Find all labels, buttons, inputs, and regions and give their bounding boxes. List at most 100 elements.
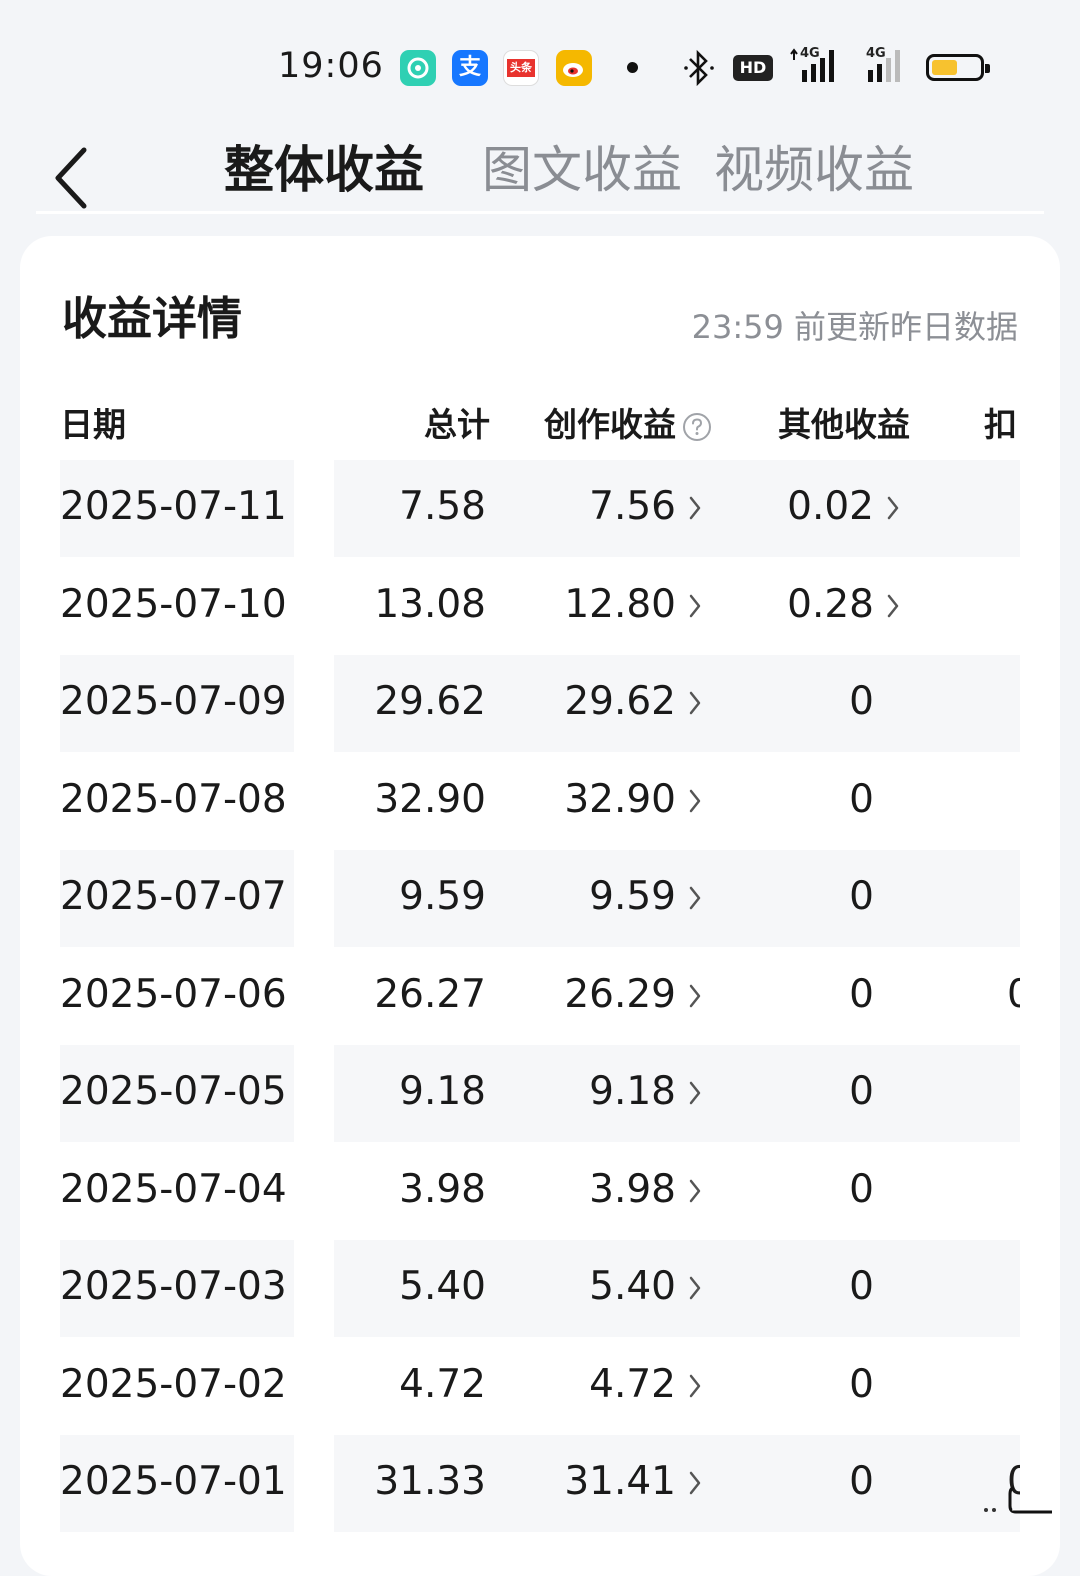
- earnings-detail-card: 收益详情 23:59 前更新昨日数据 日期 总计 创作收益 其他收益 扣 202…: [20, 236, 1060, 1576]
- row-other-earnings: 0: [849, 679, 874, 724]
- col-header-total: 总计: [424, 405, 490, 444]
- tab-article-earnings[interactable]: 图文收益: [482, 130, 682, 202]
- row-creation-earnings[interactable]: 5.40: [589, 1264, 676, 1309]
- table-row: 2025-07-09 29.62 29.62 0: [60, 655, 1020, 752]
- header-divider: [36, 211, 1044, 214]
- row-date: 2025-07-09: [60, 679, 287, 724]
- row-date: 2025-07-07: [60, 874, 287, 919]
- row-creation-earnings[interactable]: 4.72: [589, 1362, 676, 1407]
- table-row: 2025-07-01 31.33 31.41 0 0: [60, 1435, 1020, 1532]
- row-total: 7.58: [399, 484, 486, 529]
- chevron-right-icon[interactable]: [688, 690, 702, 716]
- chevron-right-icon[interactable]: [688, 1275, 702, 1301]
- hd-voice-icon: HD: [733, 55, 773, 81]
- table-row: 2025-07-07 9.59 9.59 0: [60, 850, 1020, 947]
- signal-icon-2: 4G: [864, 46, 914, 86]
- row-other-earnings: 0: [849, 1361, 874, 1407]
- row-other-earnings: 0: [849, 1069, 874, 1114]
- chevron-right-icon[interactable]: [688, 593, 702, 619]
- table-row: 2025-07-08 32.90 32.90 0: [60, 753, 1020, 850]
- chevron-right-icon[interactable]: [688, 495, 702, 521]
- row-creation-earnings[interactable]: 32.90: [564, 777, 676, 822]
- row-other-earnings[interactable]: 0.28: [787, 582, 874, 627]
- status-bar: 19:06 支 头条 HD 4G 4G: [0, 0, 1080, 120]
- chevron-right-icon[interactable]: [688, 983, 702, 1009]
- card-title: 收益详情: [62, 292, 243, 345]
- row-creation-earnings[interactable]: 12.80: [564, 582, 676, 627]
- chevron-right-icon[interactable]: [886, 593, 900, 619]
- row-total: 3.98: [399, 1166, 486, 1212]
- col-header-creation-label: 创作收益: [544, 405, 676, 444]
- row-other-earnings: 0: [849, 1459, 874, 1504]
- row-creation-earnings[interactable]: 9.59: [589, 874, 676, 919]
- row-date: 2025-07-02: [60, 1361, 287, 1407]
- col-header-creation: 创作收益: [544, 398, 712, 446]
- earnings-table[interactable]: 日期 总计 创作收益 其他收益 扣 2025-07-11 7.58 7.56 0.02…: [60, 376, 1020, 1576]
- row-date: 2025-07-04: [60, 1166, 287, 1212]
- row-date: 2025-07-05: [60, 1069, 287, 1114]
- chevron-right-icon[interactable]: [688, 788, 702, 814]
- back-button[interactable]: [48, 142, 108, 214]
- row-total: 9.18: [399, 1069, 486, 1114]
- row-creation-earnings[interactable]: 31.41: [564, 1459, 676, 1504]
- table-row: 2025-07-10 13.08 12.80 0.28: [60, 558, 1020, 655]
- weibo-icon: [556, 50, 592, 86]
- notification-dot: [627, 62, 638, 73]
- row-creation-earnings[interactable]: 9.18: [589, 1069, 676, 1114]
- table-row: 2025-07-03 5.40 5.40 0: [60, 1240, 1020, 1337]
- row-total: 9.59: [399, 874, 486, 919]
- table-row: 2025-07-11 7.58 7.56 0.02: [60, 460, 1020, 557]
- table-row: 2025-07-06 26.27 26.29 0 0: [60, 948, 1020, 1045]
- row-other-earnings: 0: [849, 971, 874, 1017]
- table-row: 2025-07-05 9.18 9.18 0: [60, 1045, 1020, 1142]
- row-other-earnings: 0: [849, 1264, 874, 1309]
- table-row: 2025-07-04 3.98 3.98 0: [60, 1143, 1020, 1240]
- row-total: 13.08: [374, 581, 486, 627]
- chevron-right-icon[interactable]: [688, 1470, 702, 1496]
- tab-video-earnings[interactable]: 视频收益: [714, 130, 914, 202]
- update-note: 23:59 前更新昨日数据: [691, 308, 1018, 346]
- battery-level: [932, 60, 958, 75]
- row-date: 2025-07-01: [60, 1459, 287, 1504]
- status-time: 19:06: [278, 46, 384, 86]
- row-date: 2025-07-08: [60, 776, 287, 822]
- row-total: 4.72: [399, 1361, 486, 1407]
- row-date: 2025-07-06: [60, 971, 287, 1017]
- col-header-other: 其他收益: [778, 405, 910, 444]
- toutiao-icon: 头条: [503, 50, 539, 86]
- row-creation-earnings[interactable]: 3.98: [589, 1167, 676, 1212]
- tab-overall-earnings[interactable]: 整体收益: [224, 130, 424, 202]
- alipay-icon: 支: [452, 50, 488, 86]
- help-icon[interactable]: [682, 412, 712, 442]
- chevron-right-icon[interactable]: [886, 495, 900, 521]
- battery-icon: [926, 54, 990, 81]
- row-total: 32.90: [374, 776, 486, 822]
- row-date: 2025-07-03: [60, 1264, 287, 1309]
- bluetooth-icon: [684, 49, 714, 87]
- row-total: 31.33: [374, 1459, 486, 1504]
- row-total: 26.27: [374, 971, 486, 1017]
- chevron-right-icon[interactable]: [688, 1178, 702, 1204]
- music-app-icon: [400, 50, 436, 86]
- chevron-right-icon[interactable]: [688, 885, 702, 911]
- row-total: 29.62: [374, 679, 486, 724]
- row-date: 2025-07-10: [60, 581, 287, 627]
- row-creation-earnings[interactable]: 7.56: [589, 484, 676, 529]
- row-other-earnings[interactable]: 0.02: [787, 484, 874, 529]
- signal-icon-1: 4G: [788, 46, 848, 86]
- row-other-earnings: 0: [849, 776, 874, 822]
- row-date: 2025-07-11: [60, 484, 287, 529]
- chevron-right-icon[interactable]: [688, 1373, 702, 1399]
- chevron-right-icon[interactable]: [688, 1080, 702, 1106]
- toutiao-glyph: 头条: [507, 59, 535, 77]
- table-row: 2025-07-02 4.72 4.72 0: [60, 1338, 1020, 1435]
- col-header-date: 日期: [60, 405, 126, 444]
- row-other-earnings: 0: [849, 1166, 874, 1212]
- row-creation-earnings[interactable]: 29.62: [564, 679, 676, 724]
- row-total: 5.40: [399, 1264, 486, 1309]
- row-deduct: 0: [1007, 971, 1020, 1017]
- col-header-deduct: 扣: [984, 405, 1017, 444]
- row-creation-earnings[interactable]: 26.29: [564, 972, 676, 1017]
- image-corner-mark: [984, 1486, 1054, 1514]
- row-other-earnings: 0: [849, 874, 874, 919]
